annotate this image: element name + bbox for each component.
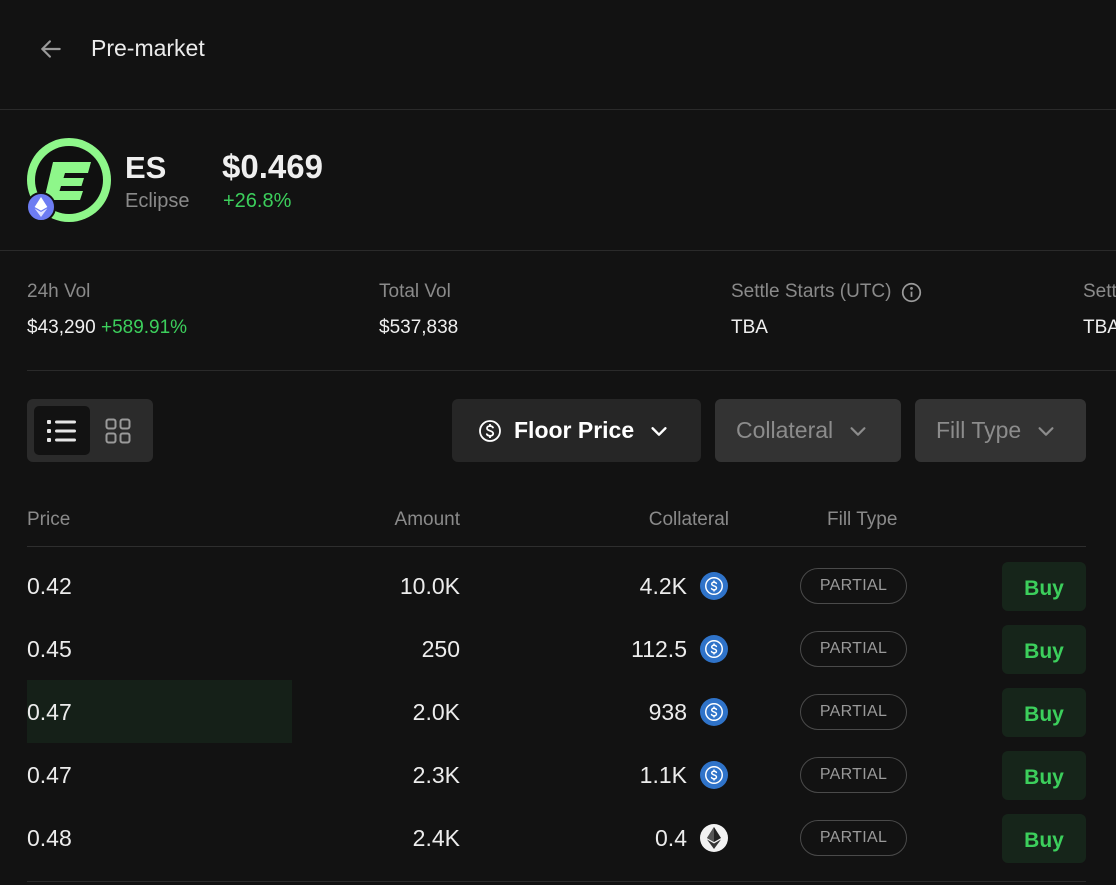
ethereum-token-icon	[700, 824, 728, 852]
row-amount: 10.0K	[399, 573, 460, 599]
arrow-left-icon	[41, 40, 61, 58]
stat-24h-vol: 24h Vol $43,290 +589.91%	[27, 281, 187, 339]
orders-table-header: Price Amount Collateral Fill Type	[27, 493, 1086, 547]
usdc-token-icon	[700, 761, 728, 789]
table-row: 0.47 2.0K 938 PARTIAL Buy	[27, 680, 1086, 743]
row-collateral: 112.5	[631, 636, 687, 662]
buy-button[interactable]: Buy	[1002, 562, 1086, 611]
table-row: 0.42 10.0K 4.2K PARTIAL Buy	[27, 554, 1086, 617]
row-collateral: 938	[648, 699, 687, 725]
stat-24h-vol-value: $43,290	[27, 317, 96, 338]
stat-value: TBA	[731, 317, 768, 338]
stat-label: Settle Starts (UTC)	[731, 281, 922, 303]
info-icon[interactable]	[901, 282, 922, 303]
token-price-change: +26.8%	[223, 190, 292, 212]
fill-type-badge: PARTIAL	[800, 568, 907, 604]
row-collateral: 4.2K	[639, 573, 687, 599]
row-collateral: 1.1K	[639, 762, 687, 788]
column-amount: Amount	[394, 509, 460, 530]
usdc-icon	[705, 703, 723, 721]
grid-icon	[105, 418, 131, 443]
row-price: 0.42	[27, 573, 72, 599]
page-title: Pre-market	[91, 35, 205, 61]
list-icon	[47, 419, 76, 442]
usdc-token-icon	[700, 698, 728, 726]
buy-button[interactable]: Buy	[1002, 814, 1086, 863]
table-row: 0.47 2.3K 1.1K PARTIAL Buy	[27, 743, 1086, 806]
stat-value: $537,838	[379, 317, 459, 338]
buy-button[interactable]: Buy	[1002, 688, 1086, 737]
usdc-token-icon	[700, 572, 728, 600]
view-toggle	[27, 399, 153, 462]
token-summary: ES Eclipse $0.469 +26.8%	[0, 110, 1116, 251]
row-price: 0.48	[27, 825, 72, 851]
chevron-down-icon	[1038, 426, 1054, 436]
ethereum-chain-badge	[26, 192, 56, 222]
chevron-down-icon	[850, 426, 866, 436]
row-price: 0.47	[27, 762, 72, 788]
fill-type-badge: PARTIAL	[800, 820, 907, 856]
column-collateral: Collateral	[648, 509, 729, 530]
fill-type-dropdown[interactable]: Fill Type	[915, 399, 1086, 462]
chevron-down-icon	[651, 426, 667, 436]
collateral-label: Collateral	[736, 417, 834, 443]
stat-settle-starts: Settle Starts (UTC) TBA	[731, 281, 922, 339]
stat-label: Settle Ends (UTC)	[1083, 281, 1116, 302]
stat-value: TBA	[1083, 317, 1116, 338]
grid-view-button[interactable]	[90, 406, 146, 455]
row-price: 0.47	[27, 699, 72, 725]
token-price: $0.469	[222, 148, 323, 185]
fill-type-badge: PARTIAL	[800, 757, 907, 793]
top-bar: Pre-market	[0, 0, 1116, 110]
market-stats: 24h Vol $43,290 +589.91% Total Vol $537,…	[27, 251, 1116, 371]
stat-total-vol: Total Vol $537,838	[379, 281, 458, 339]
floor-price-label: Floor Price	[514, 417, 635, 443]
column-fill-type: Fill Type	[827, 509, 898, 530]
table-row: 0.45 250 112.5 PARTIAL Buy	[27, 617, 1086, 680]
fill-type-badge: PARTIAL	[800, 694, 907, 730]
stat-value: $43,290 +589.91%	[27, 317, 187, 339]
buy-button[interactable]: Buy	[1002, 625, 1086, 674]
token-ticker: ES	[125, 150, 167, 185]
dollar-circle-icon	[479, 419, 501, 442]
usdc-token-icon	[700, 635, 728, 663]
row-amount: 2.0K	[412, 699, 460, 725]
row-amount: 2.3K	[412, 762, 460, 788]
stat-label: Total Vol	[379, 281, 451, 302]
table-row: 0.48 2.4K 0.4 PARTIAL Buy	[27, 806, 1086, 869]
collateral-dropdown[interactable]: Collateral	[715, 399, 901, 462]
usdc-icon	[705, 766, 723, 784]
pre-market-page: Pre-market ES Eclipse $0.469 +26.8% 24h …	[0, 0, 1116, 885]
row-collateral: 0.4	[655, 825, 687, 851]
ethereum-icon	[707, 827, 721, 849]
row-amount: 2.4K	[412, 825, 460, 851]
back-button[interactable]	[36, 34, 66, 64]
floor-price-dropdown[interactable]: Floor Price	[452, 399, 701, 462]
list-view-button[interactable]	[34, 406, 90, 455]
stat-24h-vol-change: +589.91%	[100, 317, 188, 338]
row-price: 0.45	[27, 636, 72, 662]
table-bottom-divider	[27, 881, 1086, 882]
fill-type-badge: PARTIAL	[800, 631, 907, 667]
column-price: Price	[27, 509, 71, 530]
ethereum-icon	[34, 197, 48, 217]
buy-button[interactable]: Buy	[1002, 751, 1086, 800]
stat-settle-ends: Settle Ends (UTC) TBA	[1083, 281, 1116, 339]
stat-label: 24h Vol	[27, 281, 91, 302]
token-name: Eclipse	[125, 190, 190, 212]
usdc-icon	[705, 577, 723, 595]
usdc-icon	[705, 640, 723, 658]
fill-type-label: Fill Type	[936, 417, 1022, 443]
row-amount: 250	[421, 636, 460, 662]
stat-settle-starts-label: Settle Starts (UTC)	[731, 281, 892, 302]
